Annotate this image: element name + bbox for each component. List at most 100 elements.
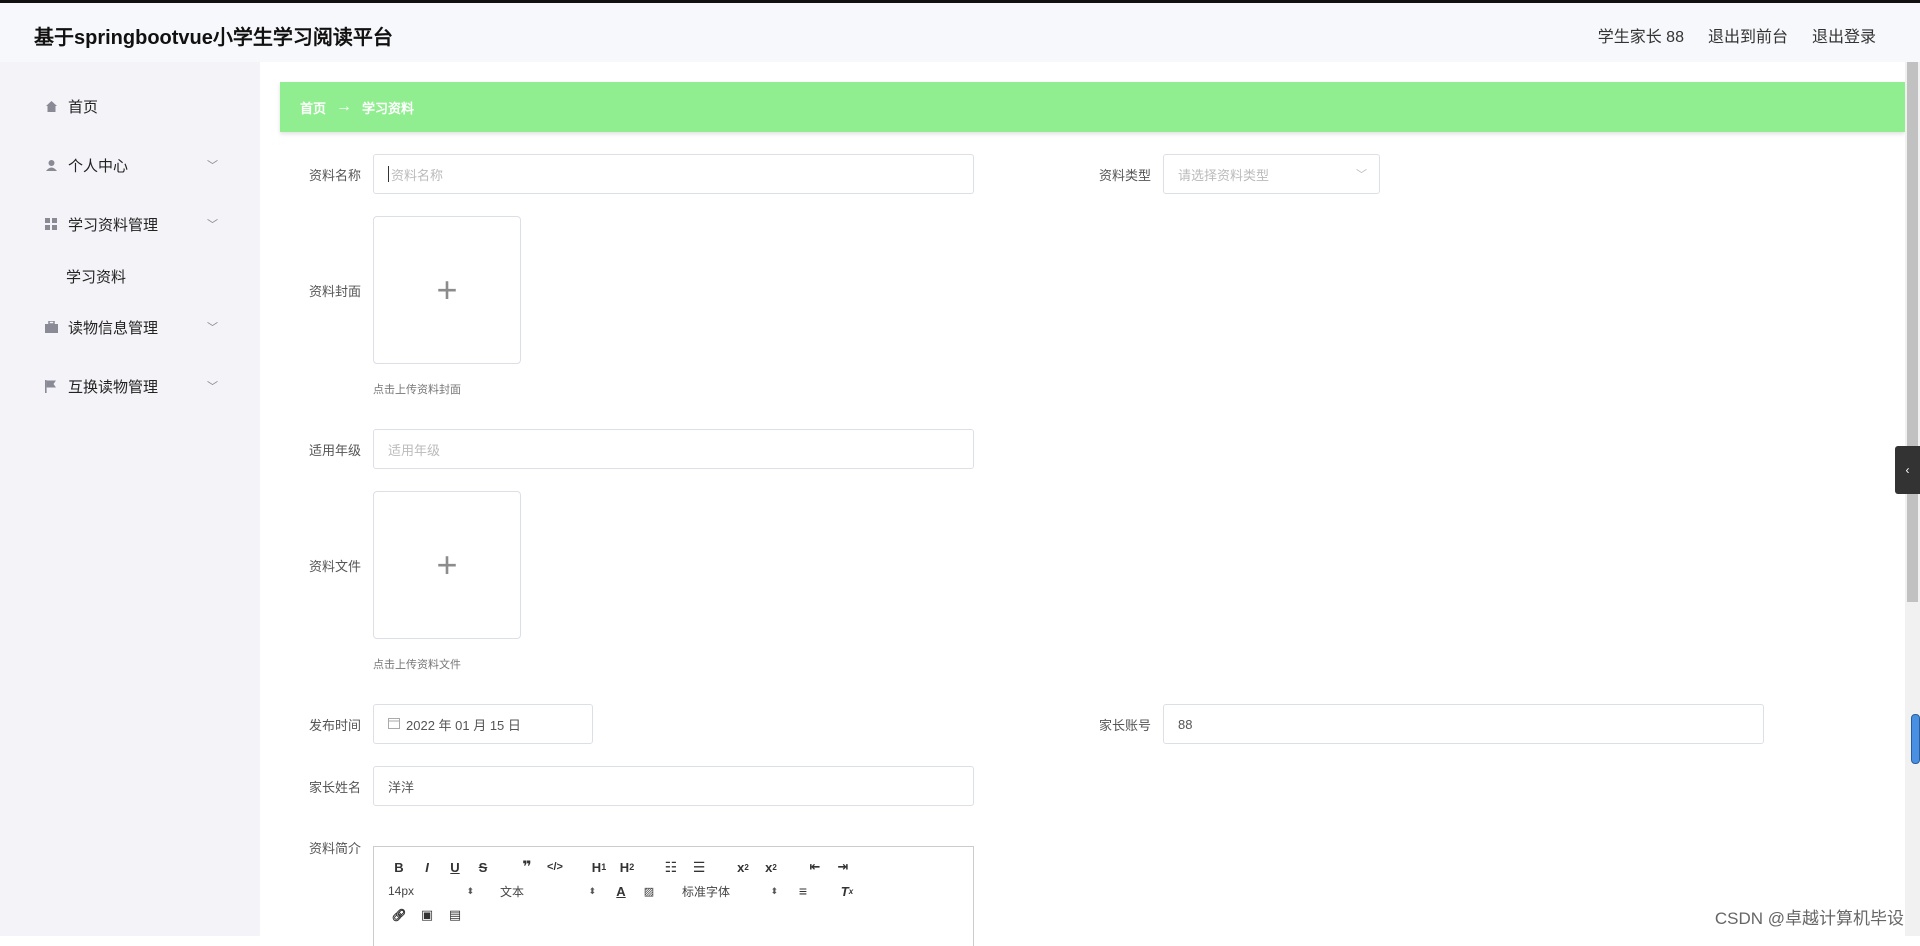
material-type-select[interactable]: 请选择资料类型 ﹀	[1163, 154, 1380, 194]
grade-input[interactable]: 适用年级	[373, 429, 974, 469]
chevron-down-icon: ﹀	[1356, 169, 1367, 181]
video-icon[interactable]: ▤	[444, 905, 466, 925]
cover-upload-button[interactable]: +	[373, 216, 521, 364]
breadcrumb: 首页 → 学习资料	[280, 82, 1905, 132]
material-type-label: 资料类型	[1098, 168, 1151, 183]
sidebar-item-personal-center[interactable]: 个人中心 ﹀	[20, 145, 230, 185]
plus-icon: +	[436, 544, 458, 585]
top-right-menu: 学生家长 88 退出到前台 退出登录	[1598, 23, 1876, 47]
rich-text-editor[interactable]: B I U S ❞ </> H1 H2 ☷ ☰ x2 x2 ⇤ ⇥ 14px ⬍	[373, 846, 974, 946]
watermark: CSDN @卓越计算机毕设	[1714, 909, 1904, 928]
main-content: 首页 → 学习资料 资料名称 资料名称 资料类型 请选择资料类型 ﹀ 资料封面 …	[260, 62, 1905, 946]
block-type-select[interactable]: 文本 ⬍	[500, 883, 596, 900]
strikethrough-icon[interactable]: S	[472, 857, 494, 877]
sidebar: 首页 个人中心 ﹀ 学习资料管理 ﹀ 学习资料 读物信息管理 ﹀ 互换读物管理 …	[0, 62, 260, 936]
font-size-value: 14px	[388, 884, 415, 898]
user-label: 学生家长 88	[1597, 29, 1684, 46]
sidebar-item-reading-info-management[interactable]: 读物信息管理 ﹀	[20, 307, 230, 347]
plus-icon: +	[436, 269, 458, 310]
side-panel-toggle[interactable]: ‹	[1895, 446, 1920, 494]
sidebar-item-label: 互换读物管理	[68, 378, 159, 396]
link-icon[interactable]: 🔗︎	[388, 905, 410, 925]
sidebar-subitem-study-material[interactable]: 学习资料	[20, 258, 230, 294]
select-arrows-icon: ⬍	[466, 885, 474, 896]
font-color-icon[interactable]: A	[610, 881, 632, 901]
editor-toolbar-row-2: 14px ⬍ 文本 ⬍ A ▨ 标准字体 ⬍ ≡ Tx	[388, 881, 864, 901]
publish-time-label: 发布时间	[308, 718, 361, 733]
image-icon[interactable]: ▣	[416, 905, 438, 925]
grade-label: 适用年级	[308, 443, 361, 458]
breadcrumb-home[interactable]: 首页	[300, 98, 326, 117]
font-size-select[interactable]: 14px ⬍	[388, 884, 474, 898]
material-name-input[interactable]: 资料名称	[373, 154, 974, 194]
sidebar-item-label: 学习资料管理	[68, 216, 159, 234]
material-type-placeholder: 请选择资料类型	[1178, 167, 1270, 183]
file-upload-button[interactable]: +	[373, 491, 521, 639]
page-scrollbar-thumb[interactable]	[1907, 62, 1918, 602]
grid-icon	[44, 217, 58, 231]
align-icon[interactable]: ≡	[792, 881, 814, 901]
heading2-icon[interactable]: H2	[616, 857, 638, 877]
bullet-list-icon[interactable]: ☰	[688, 857, 710, 877]
select-arrows-icon: ⬍	[770, 885, 778, 896]
parent-account-label: 家长账号	[1098, 718, 1151, 733]
editor-toolbar-row-1: B I U S ❞ </> H1 H2 ☷ ☰ x2 x2 ⇤ ⇥	[388, 857, 860, 877]
parent-name-label: 家长姓名	[308, 780, 361, 795]
sidebar-item-label: 读物信息管理	[68, 319, 159, 337]
calendar-icon	[388, 717, 400, 732]
parent-name-input[interactable]: 洋洋	[373, 766, 974, 806]
parent-account-value: 88	[1178, 716, 1193, 732]
grade-placeholder: 适用年级	[388, 442, 441, 458]
text-caret	[388, 166, 389, 182]
heading1-icon[interactable]: H1	[588, 857, 610, 877]
superscript-icon[interactable]: x2	[760, 857, 782, 877]
subscript-icon[interactable]: x2	[732, 857, 754, 877]
font-family-select[interactable]: 标准字体 ⬍	[682, 883, 778, 900]
sidebar-item-study-material-management[interactable]: 学习资料管理 ﹀	[20, 204, 230, 244]
mini-scroll-handle[interactable]	[1911, 714, 1920, 764]
top-bar: 基于springbootvue小学生学习阅读平台 学生家长 88 退出到前台 退…	[0, 0, 1920, 62]
sidebar-item-label: 个人中心	[68, 157, 129, 175]
chevron-down-icon: ﹀	[207, 381, 218, 393]
blockquote-icon[interactable]: ❞	[516, 857, 538, 877]
parent-name-value: 洋洋	[388, 779, 415, 795]
background-color-icon[interactable]: ▨	[638, 881, 660, 901]
parent-account-input[interactable]: 88	[1163, 704, 1764, 744]
underline-icon[interactable]: U	[444, 857, 466, 877]
cover-upload-hint: 点击上传资料封面	[373, 384, 461, 396]
select-arrows-icon: ⬍	[588, 885, 596, 896]
ordered-list-icon[interactable]: ☷	[660, 857, 682, 877]
publish-time-picker[interactable]: 2022 年 01 月 15 日	[373, 704, 593, 744]
chevron-down-icon: ﹀	[207, 160, 218, 172]
italic-icon[interactable]: I	[416, 857, 438, 877]
chevron-down-icon: ﹀	[207, 322, 218, 334]
intro-label: 资料简介	[308, 841, 361, 856]
home-icon	[44, 99, 58, 113]
sidebar-item-exchange-reading-management[interactable]: 互换读物管理 ﹀	[20, 366, 230, 406]
breadcrumb-arrow-icon: →	[336, 98, 353, 115]
file-upload-hint: 点击上传资料文件	[373, 659, 461, 671]
block-type-value: 文本	[500, 884, 525, 899]
bold-icon[interactable]: B	[388, 857, 410, 877]
font-family-value: 标准字体	[682, 884, 731, 899]
app-title: 基于springbootvue小学生学习阅读平台	[34, 27, 393, 49]
clear-format-icon[interactable]: Tx	[836, 881, 858, 901]
logout-link[interactable]: 退出登录	[1812, 23, 1876, 47]
sidebar-item-home[interactable]: 首页	[20, 86, 230, 126]
sidebar-menu: 首页 个人中心 ﹀ 学习资料管理 ﹀ 学习资料 读物信息管理 ﹀ 互换读物管理 …	[20, 62, 230, 416]
editor-toolbar-row-3: 🔗︎ ▣ ▤	[388, 905, 472, 925]
flag-icon	[44, 379, 58, 393]
chevron-left-icon: ‹	[1905, 463, 1910, 477]
publish-time-value: 2022 年 01 月 15 日	[406, 717, 521, 733]
outdent-icon[interactable]: ⇤	[804, 857, 826, 877]
chevron-down-icon: ﹀	[207, 219, 218, 231]
code-icon[interactable]: </>	[544, 857, 566, 877]
material-name-placeholder: 资料名称	[391, 167, 444, 183]
indent-icon[interactable]: ⇥	[832, 857, 854, 877]
sidebar-item-label: 学习资料	[66, 268, 127, 286]
exit-to-front-link[interactable]: 退出到前台	[1708, 23, 1788, 47]
briefcase-icon	[44, 320, 58, 334]
user-icon	[44, 158, 58, 172]
file-label: 资料文件	[308, 559, 361, 574]
material-name-label: 资料名称	[308, 168, 361, 183]
